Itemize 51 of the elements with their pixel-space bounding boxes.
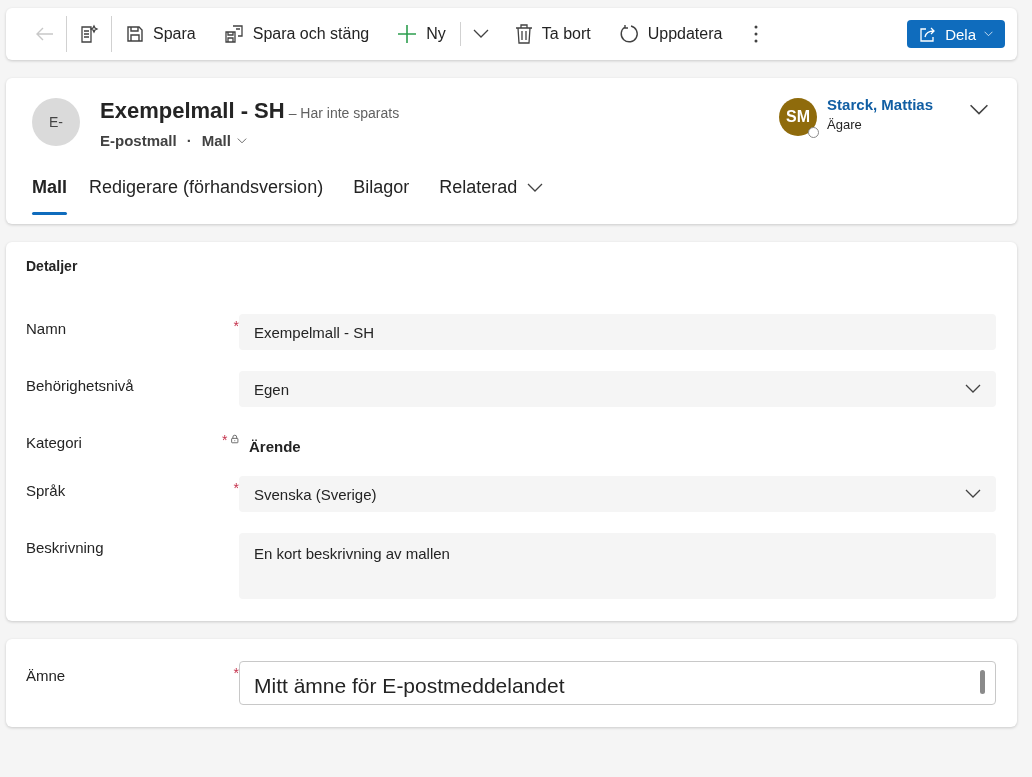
toolbar-button[interactable]: Ta bort — [500, 16, 605, 52]
separator-dot: · — [186, 132, 192, 149]
save-status: – Har inte sparats — [288, 105, 400, 121]
field-label: Namn — [26, 319, 67, 337]
dropdown-field[interactable]: Egen — [239, 371, 996, 407]
record-avatar: E- — [32, 98, 80, 146]
textarea-field[interactable]: En kort beskrivning av mallen — [239, 533, 996, 599]
save-icon — [126, 25, 144, 43]
toolbar-button[interactable]: Uppdatera — [604, 16, 737, 52]
plus-icon — [397, 24, 418, 44]
field-label: Behörighetsnivå — [26, 376, 135, 394]
tab[interactable]: Mall — [24, 173, 75, 224]
share-button[interactable]: Dela — [907, 20, 1005, 48]
owner-avatar[interactable]: SM — [779, 98, 818, 136]
field-label: Beskrivning — [26, 538, 105, 556]
refresh-icon — [618, 24, 639, 44]
required-asterisk: * — [233, 318, 239, 334]
toolbar-button[interactable]: Ny — [383, 16, 460, 52]
toolbar-button[interactable]: Spara och stäng — [209, 16, 384, 52]
expand-chevron-icon[interactable] — [969, 104, 989, 116]
field-label: Ämne — [26, 666, 67, 684]
required-asterisk: * — [233, 480, 239, 496]
subject-field[interactable]: Mitt ämne för E-postmeddelandet — [239, 661, 996, 705]
chevron-down-icon — [984, 31, 993, 37]
field-label: Språk — [26, 481, 67, 499]
more-options-icon[interactable] — [754, 25, 759, 43]
save-close-icon — [223, 24, 244, 44]
chevron-down-icon — [527, 183, 544, 193]
toolbar-button[interactable]: Spara — [112, 16, 210, 52]
tab[interactable]: Redigerare (förhandsversion) — [81, 173, 332, 224]
section-title: Detaljer — [26, 258, 79, 274]
chevron-down-icon — [965, 384, 981, 394]
field-value: Ärende — [248, 437, 302, 455]
text-input[interactable]: Exempelmall - SH — [239, 314, 996, 350]
tab[interactable]: Bilagor — [345, 173, 418, 224]
tab[interactable]: Relaterad — [431, 173, 552, 224]
document-sparkle-icon[interactable] — [79, 24, 99, 44]
presence-icon — [808, 127, 820, 138]
entity-name: E-postmall — [100, 132, 177, 149]
form-selector[interactable]: Mall — [201, 132, 247, 149]
required-asterisk: * — [233, 665, 239, 681]
trash-icon — [514, 24, 533, 44]
field-label: Kategori — [26, 433, 83, 451]
chevron-down-icon[interactable] — [472, 29, 489, 39]
chevron-down-icon — [965, 489, 981, 499]
record-title: Exempelmall - SH — [100, 98, 285, 123]
required-asterisk: * — [222, 432, 228, 448]
dropdown-field[interactable]: Svenska (Sverige) — [239, 476, 996, 512]
owner-name[interactable]: Starck, Mattias — [827, 96, 933, 113]
owner-role: Ägare — [827, 117, 863, 132]
chevron-down-icon — [236, 137, 247, 144]
